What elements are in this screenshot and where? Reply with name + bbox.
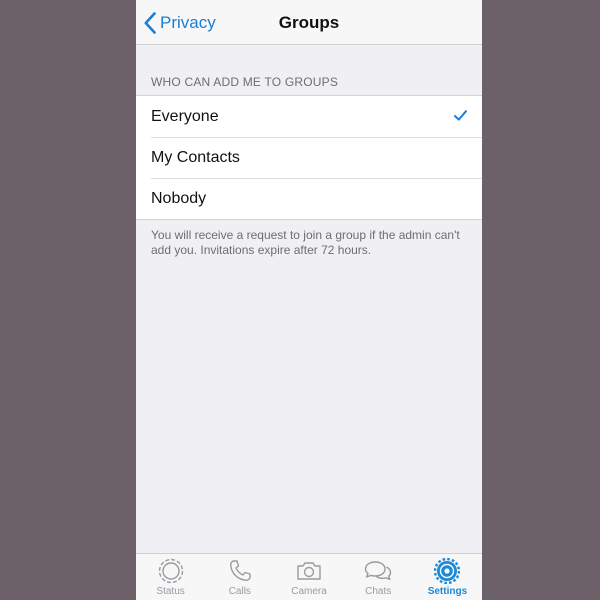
phone-screen: Privacy Groups WHO CAN ADD ME TO GROUPS … <box>136 0 482 600</box>
navigation-bar: Privacy Groups <box>136 0 482 45</box>
tab-camera[interactable]: Camera <box>274 554 343 600</box>
checkmark-icon <box>454 110 467 121</box>
tab-chats[interactable]: Chats <box>344 554 413 600</box>
tab-status[interactable]: Status <box>136 554 205 600</box>
page-title: Groups <box>278 13 340 32</box>
option-my-contacts[interactable]: My Contacts <box>136 137 482 178</box>
section-footer-note: You will receive a request to join a gro… <box>151 228 460 257</box>
option-everyone[interactable]: Everyone <box>136 96 482 137</box>
tab-bar: Status Calls Camera Chats Settings <box>136 553 482 600</box>
tab-label: Chats <box>365 586 392 597</box>
tab-settings[interactable]: Settings <box>413 554 482 600</box>
option-label: Nobody <box>151 189 207 207</box>
tab-label: Camera <box>291 586 327 597</box>
option-label: My Contacts <box>151 148 240 166</box>
option-nobody[interactable]: Nobody <box>136 178 482 219</box>
tab-label: Settings <box>427 586 468 597</box>
section-header: WHO CAN ADD ME TO GROUPS <box>151 75 339 89</box>
option-list: Everyone My Contacts Nobody <box>136 95 482 220</box>
tab-label: Calls <box>228 586 251 597</box>
gear-icon <box>434 558 461 584</box>
phone-icon <box>229 560 251 582</box>
chat-bubbles-icon <box>365 561 392 580</box>
tab-label: Status <box>156 586 185 597</box>
tab-calls[interactable]: Calls <box>205 554 274 600</box>
option-label: Everyone <box>151 107 219 125</box>
camera-icon <box>297 562 321 580</box>
status-icon <box>158 558 183 584</box>
